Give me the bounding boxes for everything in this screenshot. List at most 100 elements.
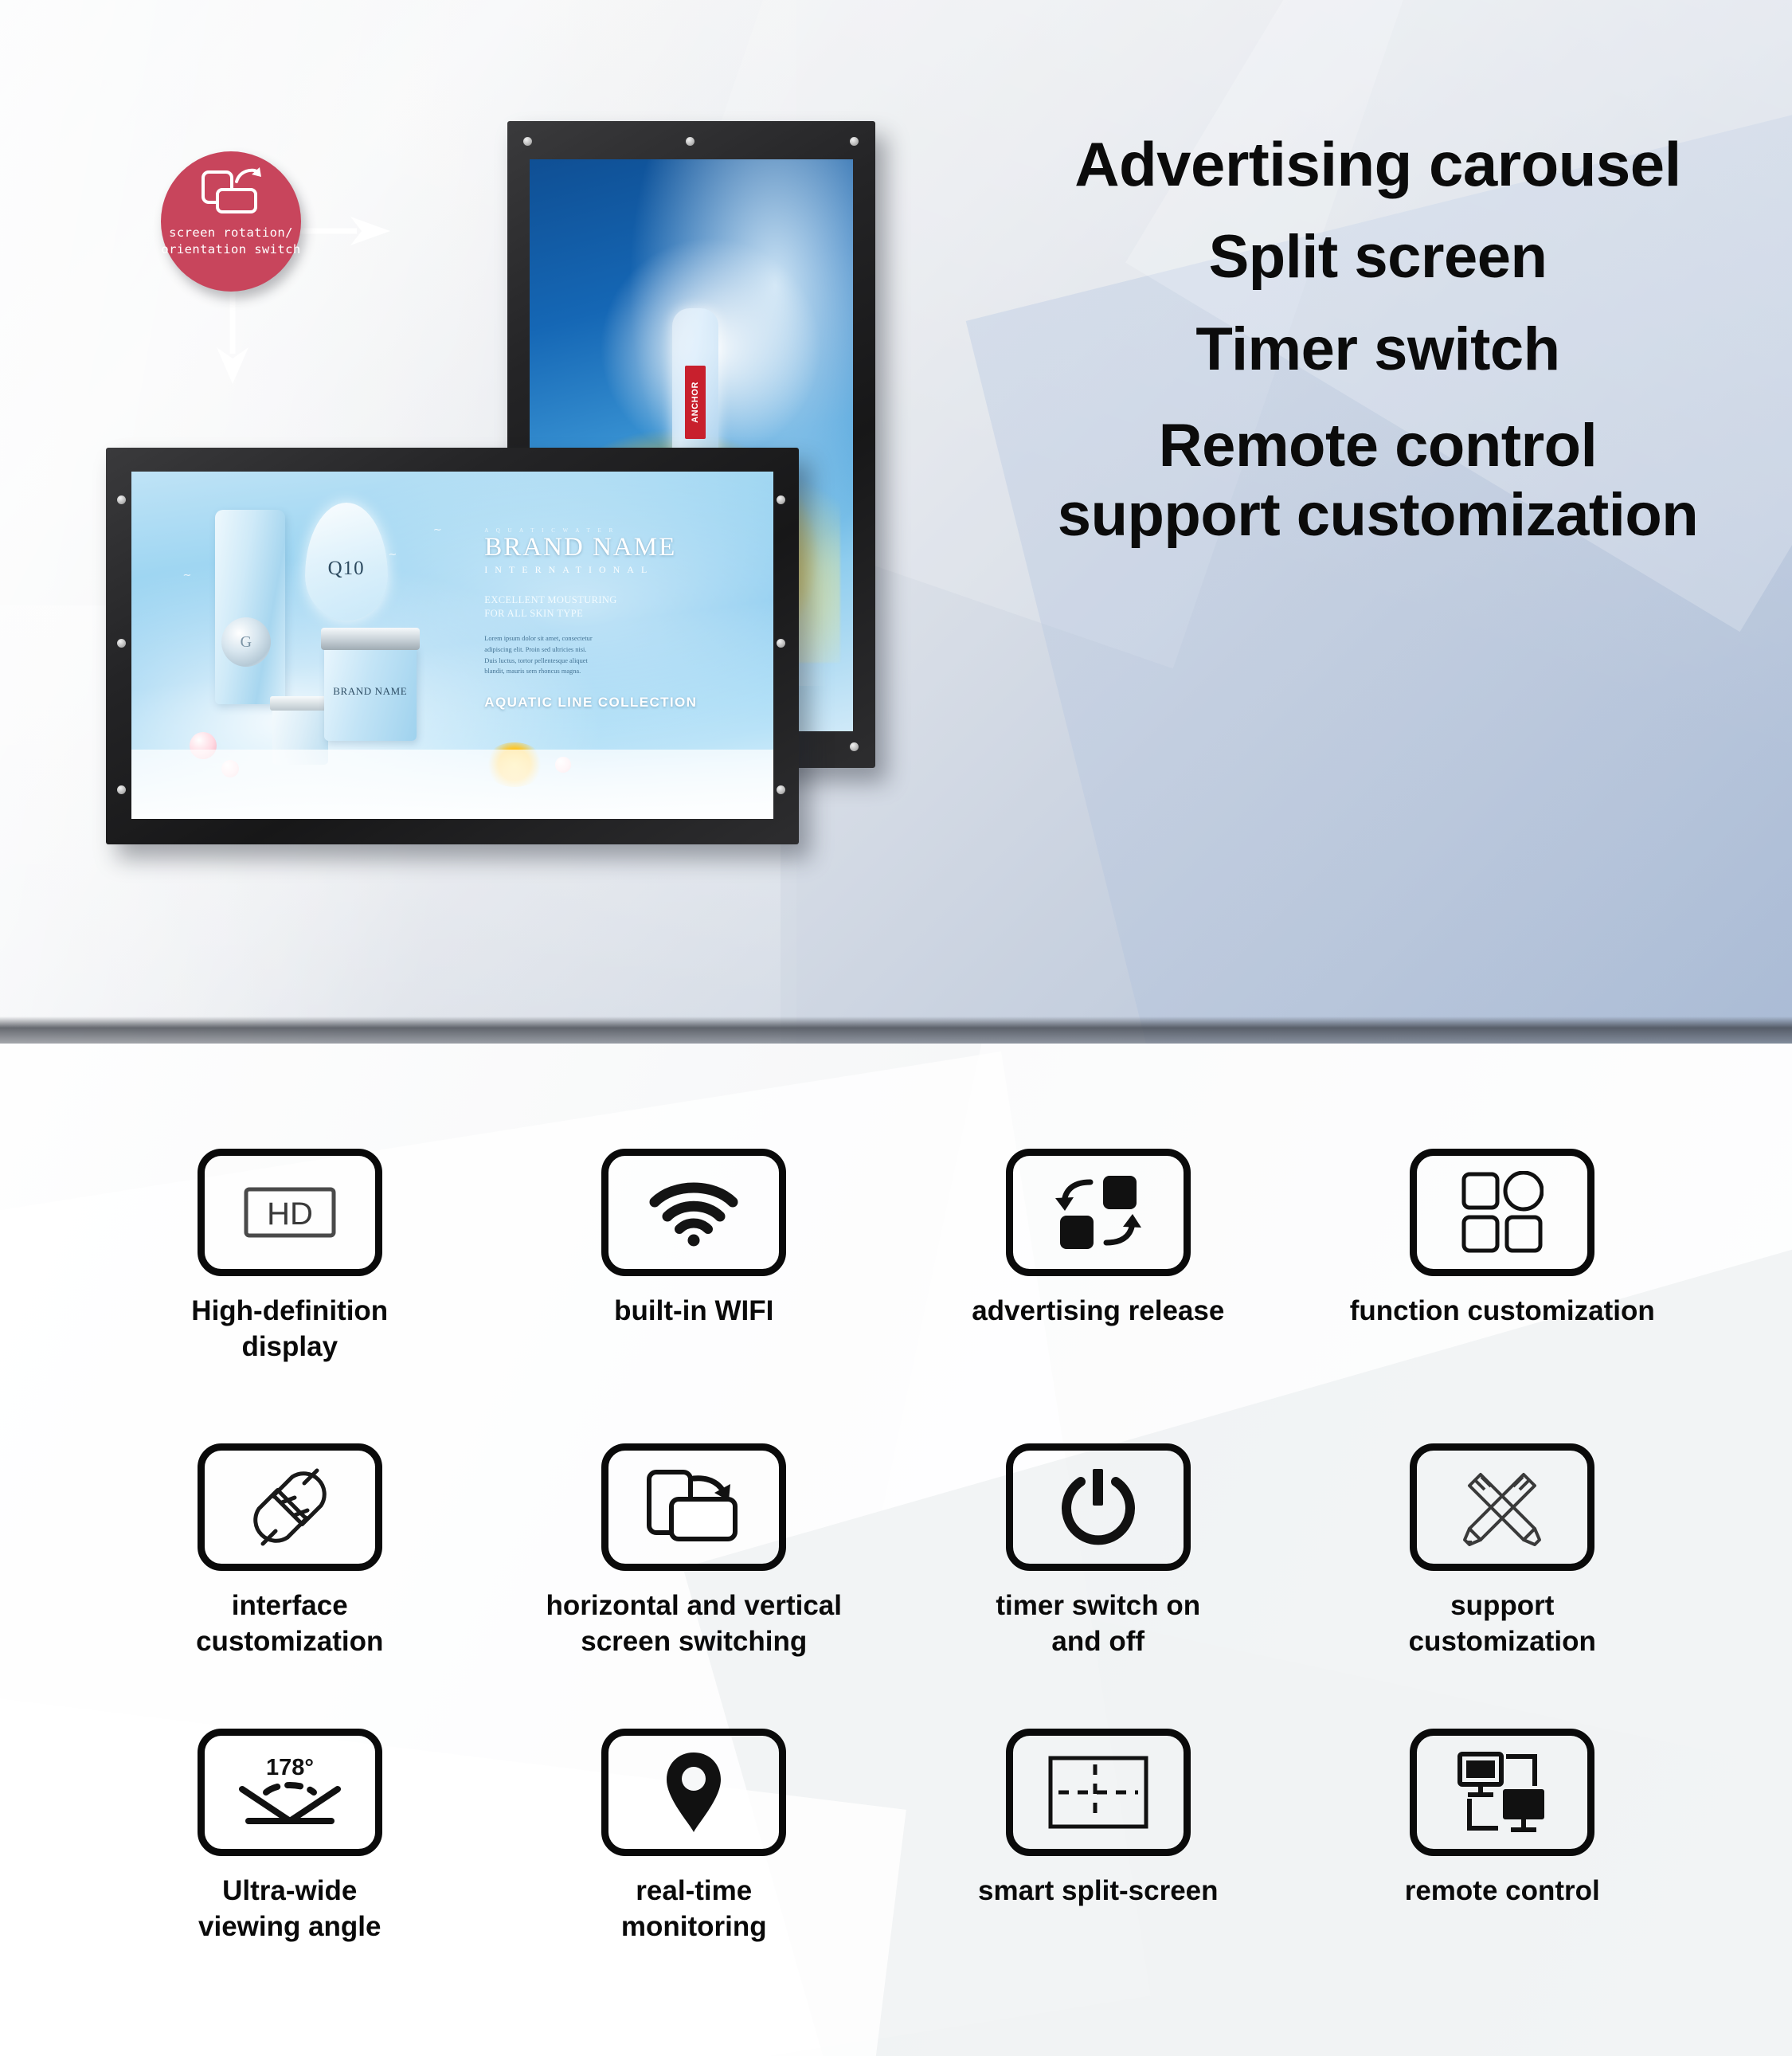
feature-label-line-1: High-definition xyxy=(191,1295,389,1326)
feature-label-line-1: timer switch on xyxy=(996,1590,1201,1621)
feature-item-hd-display[interactable]: HD High-definition display xyxy=(88,1149,492,1443)
monitor-screw xyxy=(777,495,785,504)
feature-item-interface-customization[interactable]: interface customization xyxy=(88,1443,492,1729)
split-screen-icon xyxy=(1005,1729,1191,1856)
badge-label: screen rotation/ orientation switch xyxy=(161,225,300,259)
viewing-angle-value: 178° xyxy=(266,1755,314,1780)
feature-item-remote-control[interactable]: remote control xyxy=(1301,1729,1705,2019)
ad-body-line-4: blandit, mauris sem rhoncus magna. xyxy=(484,668,581,676)
feature-label-line-2: screen switching xyxy=(581,1625,808,1657)
ad-subhead: EXCELLENT MOUSTURING FOR ALL SKIN TYPE xyxy=(484,593,754,621)
headline-block-4: Remote control support customization xyxy=(980,412,1776,550)
monitor-screw xyxy=(117,639,126,648)
feature-item-support-customization[interactable]: support customization xyxy=(1301,1443,1705,1729)
cosmetics-advertisement: ∼ ∼ ∼ G Q10 BRAND NAME A Q U A T I C W A… xyxy=(131,472,773,819)
feature-label-line-2: display xyxy=(241,1330,338,1362)
features-grid: HD High-definition display built-in WIFI… xyxy=(0,1044,1792,2056)
rotation-arrow-icon xyxy=(235,167,261,183)
feature-label-line-1: horizontal and vertical xyxy=(546,1590,842,1621)
advertising-release-icon xyxy=(1005,1149,1191,1276)
feature-item-realtime-monitoring[interactable]: real-time monitoring xyxy=(492,1729,897,2019)
headline-line-3: Timer switch xyxy=(1195,315,1560,383)
jar-lid xyxy=(320,628,420,650)
drop-label: Q10 xyxy=(327,558,365,580)
badge-label-line-2: orientation switch xyxy=(161,242,301,257)
feature-label-line-1: remote control xyxy=(1404,1875,1600,1906)
feature-label-line-1: support xyxy=(1450,1590,1555,1621)
headline-line-4b: support customization xyxy=(1057,481,1699,549)
feature-item-viewing-angle[interactable]: 178° Ultra-wide viewing angle xyxy=(88,1729,492,2019)
feature-item-advertising-release[interactable]: advertising release xyxy=(896,1149,1301,1443)
feature-label-line-2: monitoring xyxy=(620,1910,767,1942)
feature-label-line-2: and off xyxy=(1051,1625,1145,1657)
feature-label: horizontal and vertical screen switching xyxy=(546,1588,842,1660)
bottle-brand-text: ANCHOR xyxy=(690,381,700,423)
feature-label-line-1: function customization xyxy=(1349,1295,1655,1326)
feature-item-split-screen[interactable]: smart split-screen xyxy=(896,1729,1301,2019)
arrow-to-vertical-screen xyxy=(298,217,390,245)
feature-label-line-2: viewing angle xyxy=(198,1910,381,1942)
feature-label: High-definition display xyxy=(191,1294,388,1365)
svg-text:HD: HD xyxy=(267,1196,313,1232)
feature-label: function customization xyxy=(1350,1294,1655,1330)
hd-display-icon: HD xyxy=(197,1149,382,1276)
feature-item-function-customization[interactable]: function customization xyxy=(1301,1149,1705,1443)
monitor-screw xyxy=(777,785,785,794)
screen-rotation-icon xyxy=(601,1443,787,1571)
headline-line-4a: Remote control xyxy=(1158,412,1598,480)
jar-label: BRAND NAME xyxy=(333,685,407,698)
water-drop-graphic: Q10 xyxy=(304,503,388,621)
feature-label-line-1: smart split-screen xyxy=(977,1875,1219,1906)
pencil-ruler-icon xyxy=(1410,1443,1595,1571)
feature-label-line-2: customization xyxy=(196,1625,384,1657)
feature-label-line-1: built-in WIFI xyxy=(614,1295,774,1326)
monitor-screw xyxy=(523,137,532,146)
jar-brand-text: BRAND NAME xyxy=(333,685,408,698)
horizontal-display-monitor: ∼ ∼ ∼ G Q10 BRAND NAME A Q U A T I C W A… xyxy=(106,448,799,844)
feature-label-line-2: customization xyxy=(1408,1625,1596,1657)
cosmetic-tube-graphic xyxy=(214,509,285,704)
badge-label-line-1: screen rotation/ xyxy=(169,225,293,240)
hero-headline: Advertising carousel Split screen Timer … xyxy=(980,127,1776,550)
section-divider xyxy=(0,1016,1792,1044)
ad-body-line-3: Duis luctus, tortor pellentesque aliquet xyxy=(484,656,588,664)
bottle-brand-label: ANCHOR xyxy=(684,365,706,439)
plug-connector-icon xyxy=(197,1443,382,1571)
features-section: HD High-definition display built-in WIFI… xyxy=(0,1044,1792,2056)
feature-label: Ultra-wide viewing angle xyxy=(198,1874,381,1945)
feature-label-line-1: advertising release xyxy=(972,1295,1225,1326)
screen-rotation-icon xyxy=(200,167,262,215)
feature-label-line-1: real-time xyxy=(636,1875,753,1906)
ad-collection-title: AQUATIC LINE COLLECTION xyxy=(484,694,698,710)
feature-item-screen-rotation[interactable]: horizontal and vertical screen switching xyxy=(492,1443,897,1729)
monitor-screw xyxy=(117,785,126,794)
seagull-icon: ∼ xyxy=(182,569,192,582)
seagull-icon: ∼ xyxy=(432,523,442,536)
feature-label-line-1: interface xyxy=(231,1590,348,1621)
headline-line-2: Split screen xyxy=(1208,223,1547,292)
monitor-screw xyxy=(777,639,785,648)
power-icon xyxy=(1005,1443,1191,1571)
feature-label: timer switch on and off xyxy=(996,1588,1200,1660)
ad-body-copy: Lorem ipsum dolor sit amet, consectetur … xyxy=(484,633,754,676)
monitor-screw xyxy=(117,495,126,504)
remote-control-icon xyxy=(1410,1729,1595,1856)
ad-subhead-line-2: FOR ALL SKIN TYPE xyxy=(484,608,584,620)
hero-section: Advertising carousel Split screen Timer … xyxy=(0,0,1792,1044)
cosmetics-ad-text: A Q U A T I C W A T E R BRAND NAME INTER… xyxy=(484,527,754,711)
ad-body-line-2: adipiscing elit. Proin sed ultricies nis… xyxy=(484,646,587,653)
screen-rotation-badge: screen rotation/ orientation switch xyxy=(161,151,301,292)
small-jar-lid xyxy=(270,696,331,711)
ad-kicker: A Q U A T I C W A T E R xyxy=(484,527,616,534)
feature-label: support customization xyxy=(1409,1588,1596,1660)
surface-reflection xyxy=(131,749,773,819)
feature-label: built-in WIFI xyxy=(614,1294,773,1330)
ad-brand-subtitle: INTERNATIONAL xyxy=(484,564,655,576)
feature-label-line-1: Ultra-wide xyxy=(222,1875,358,1906)
viewing-angle-icon: 178° xyxy=(197,1729,382,1856)
feature-item-wifi[interactable]: built-in WIFI xyxy=(492,1149,897,1443)
feature-item-timer-switch[interactable]: timer switch on and off xyxy=(896,1443,1301,1729)
rotation-rect-shape xyxy=(216,188,257,213)
promotional-product-page: Advertising carousel Split screen Timer … xyxy=(0,0,1792,2056)
monitor-screw xyxy=(850,742,859,751)
